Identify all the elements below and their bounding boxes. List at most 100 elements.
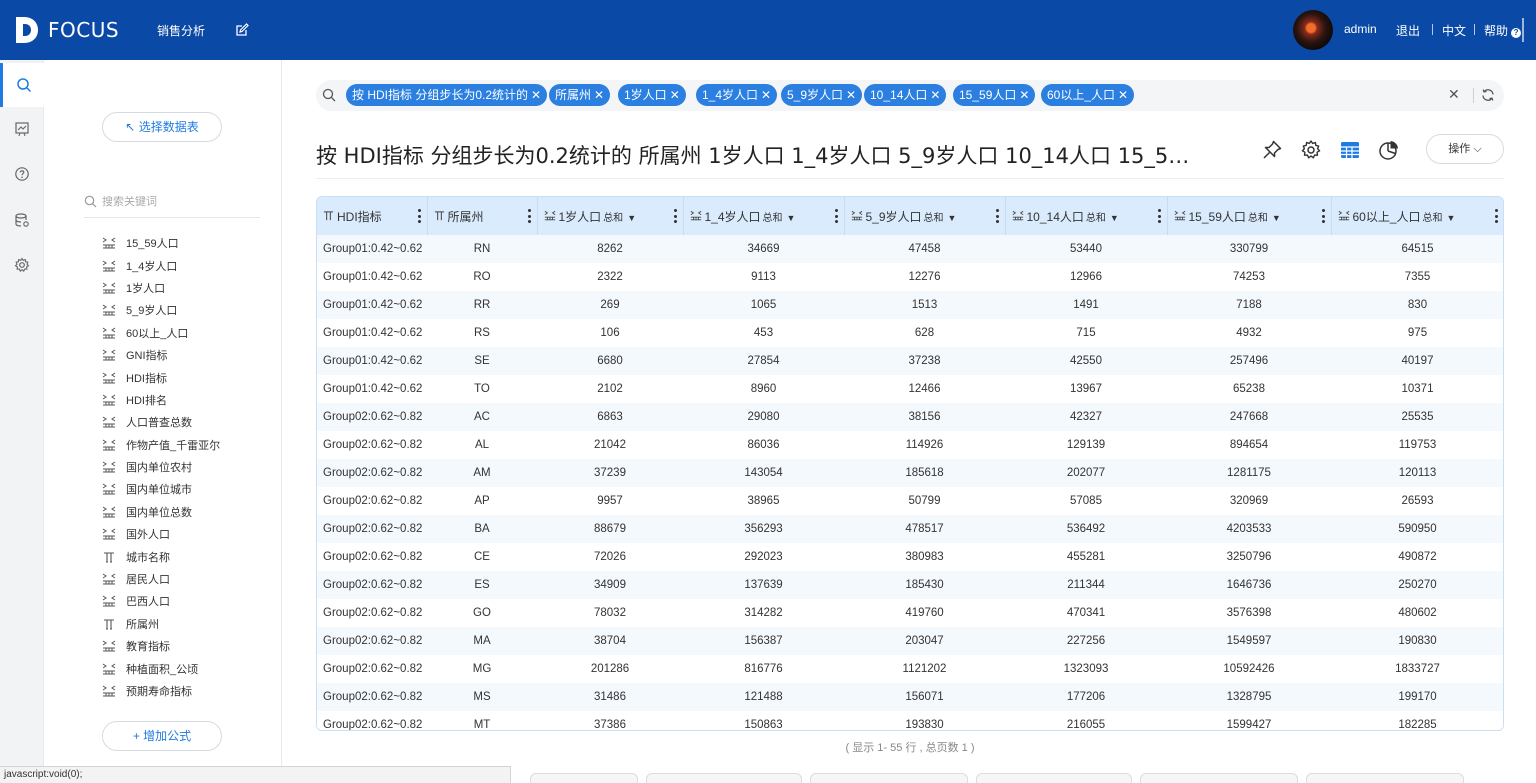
field-search[interactable]: [84, 186, 260, 218]
table-cell: 12966: [1070, 271, 1102, 283]
table-cell: 227256: [1066, 635, 1106, 647]
logout-link[interactable]: 退出: [1396, 22, 1420, 39]
bottom-tab[interactable]: [810, 773, 968, 783]
search-token[interactable]: 1岁人口 ✕: [618, 84, 686, 106]
table-row: Group01:0.42~0.62 RR 269 1065 1513 1491 7188 83…: [317, 291, 1503, 319]
rail-search[interactable]: [0, 63, 44, 107]
field-item[interactable]: 人口普查总数: [102, 411, 272, 433]
field-search-input[interactable]: [102, 195, 252, 208]
column-header[interactable]: 5_9岁人口 总和 ▼: [844, 197, 1006, 235]
field-item[interactable]: 国内单位总数: [102, 501, 272, 523]
field-item[interactable]: 作物产值_千雷亚尔: [102, 434, 272, 456]
field-item[interactable]: 种植面积_公顷: [102, 657, 272, 679]
search-token[interactable]: 所属州 ✕: [549, 84, 611, 106]
search-token[interactable]: 5_9岁人口 ✕: [781, 84, 863, 106]
field-item[interactable]: 5_9岁人口: [102, 299, 272, 321]
column-header[interactable]: 60以上_人口 总和 ▼: [1331, 197, 1503, 235]
table-cell: Group02:0.62~0.82: [323, 719, 423, 731]
remove-token-icon[interactable]: ✕: [930, 88, 940, 102]
clear-search-icon[interactable]: ✕: [1448, 86, 1460, 103]
column-menu-icon[interactable]: [1321, 209, 1325, 223]
table-cell: 7355: [1404, 271, 1431, 283]
column-header[interactable]: 1岁人口 总和 ▼: [537, 197, 684, 235]
field-item[interactable]: 教育指标: [102, 635, 272, 657]
caret-down-icon[interactable]: ▼: [948, 213, 957, 223]
column-menu-icon[interactable]: [1157, 209, 1161, 223]
remove-token-icon[interactable]: ✕: [1118, 88, 1128, 102]
select-table-button[interactable]: ↖ 选择数据表: [102, 112, 222, 142]
bottom-tab[interactable]: [530, 773, 638, 783]
table-view-icon[interactable]: [1339, 139, 1361, 161]
field-item[interactable]: 国内单位农村: [102, 456, 272, 478]
caret-down-icon[interactable]: ▼: [627, 213, 636, 223]
search-token[interactable]: 15_59人口 ✕: [953, 84, 1036, 106]
field-label: 60以上_人口: [126, 327, 189, 340]
column-menu-icon[interactable]: [834, 209, 838, 223]
column-header[interactable]: HDI指标: [317, 197, 428, 235]
caret-down-icon[interactable]: ▼: [1110, 213, 1119, 223]
add-formula-button[interactable]: + 增加公式: [102, 721, 222, 751]
column-menu-icon[interactable]: [673, 209, 677, 223]
column-header[interactable]: 1_4岁人口 总和 ▼: [683, 197, 845, 235]
remove-token-icon[interactable]: ✕: [594, 88, 604, 102]
refresh-icon[interactable]: [1481, 88, 1495, 102]
logo[interactable]: FOCUS: [14, 14, 119, 46]
column-menu-icon[interactable]: [1495, 209, 1498, 223]
pin-icon[interactable]: [1261, 139, 1283, 161]
bottom-tab[interactable]: [976, 773, 1132, 783]
nav-sales-analysis[interactable]: 销售分析: [157, 22, 205, 39]
help-link[interactable]: 帮助?: [1484, 22, 1522, 39]
field-item[interactable]: 城市名称: [102, 545, 272, 567]
field-item[interactable]: 巴西人口: [102, 590, 272, 612]
column-label: 60以上_人口: [1352, 209, 1421, 224]
field-item[interactable]: 居民人口: [102, 568, 272, 590]
search-bar[interactable]: 按 HDI指标 分组步长为0.2统计的 ✕ 所属州 ✕ 1岁人口 ✕ 1_4岁人口 ✕ 5_9岁…: [316, 80, 1504, 111]
remove-token-icon[interactable]: ✕: [531, 88, 541, 102]
field-item[interactable]: 60以上_人口: [102, 322, 272, 344]
caret-down-icon[interactable]: ▼: [1447, 213, 1456, 223]
column-label: HDI指标: [337, 209, 382, 224]
search-token[interactable]: 60以上_人口 ✕: [1041, 84, 1135, 106]
column-header[interactable]: 15_59人口 总和 ▼: [1167, 197, 1332, 235]
column-header[interactable]: 10_14人口 总和 ▼: [1005, 197, 1168, 235]
search-token[interactable]: 1_4岁人口 ✕: [696, 84, 778, 106]
field-label: 15_59人口: [126, 238, 179, 251]
edit-icon[interactable]: [235, 23, 249, 37]
operations-button[interactable]: 操作 ⌵: [1426, 134, 1504, 164]
rail-database[interactable]: [0, 198, 44, 242]
gear-icon[interactable]: [1300, 139, 1322, 161]
remove-token-icon[interactable]: ✕: [761, 88, 771, 102]
field-item[interactable]: HDI排名: [102, 389, 272, 411]
table-row: Group01:0.42~0.62 SE 6680 27854 37238 42550 25…: [317, 347, 1503, 375]
rail-help[interactable]: [0, 152, 44, 196]
search-token[interactable]: 10_14人口 ✕: [864, 84, 947, 106]
remove-token-icon[interactable]: ✕: [846, 88, 856, 102]
bottom-tab[interactable]: [1140, 773, 1298, 783]
column-menu-icon[interactable]: [417, 209, 421, 223]
bottom-tab[interactable]: [1306, 773, 1464, 783]
rail-settings[interactable]: [0, 243, 44, 287]
remove-token-icon[interactable]: ✕: [670, 88, 680, 102]
field-item[interactable]: 1岁人口: [102, 277, 272, 299]
avatar[interactable]: [1293, 10, 1333, 50]
column-menu-icon[interactable]: [995, 209, 999, 223]
remove-token-icon[interactable]: ✕: [1019, 88, 1029, 102]
field-item[interactable]: 1_4岁人口: [102, 254, 272, 276]
field-item[interactable]: HDI指标: [102, 366, 272, 388]
user-name[interactable]: admin: [1344, 22, 1377, 36]
field-item[interactable]: 国内单位城市: [102, 478, 272, 500]
field-item[interactable]: 预期寿命指标: [102, 680, 272, 702]
caret-down-icon[interactable]: ▼: [787, 213, 796, 223]
column-header[interactable]: 所属州: [427, 197, 538, 235]
field-item[interactable]: 15_59人口: [102, 232, 272, 254]
field-item[interactable]: GNI指标: [102, 344, 272, 366]
field-item[interactable]: 国外人口: [102, 523, 272, 545]
pie-chart-icon[interactable]: [1378, 139, 1400, 161]
search-token[interactable]: 按 HDI指标 分组步长为0.2统计的 ✕: [346, 84, 548, 106]
bottom-tab[interactable]: [646, 773, 802, 783]
field-item[interactable]: 所属州: [102, 613, 272, 635]
rail-board[interactable]: [0, 107, 44, 151]
column-menu-icon[interactable]: [527, 209, 531, 223]
language-link[interactable]: 中文: [1442, 22, 1466, 39]
caret-down-icon[interactable]: ▼: [1272, 213, 1281, 223]
